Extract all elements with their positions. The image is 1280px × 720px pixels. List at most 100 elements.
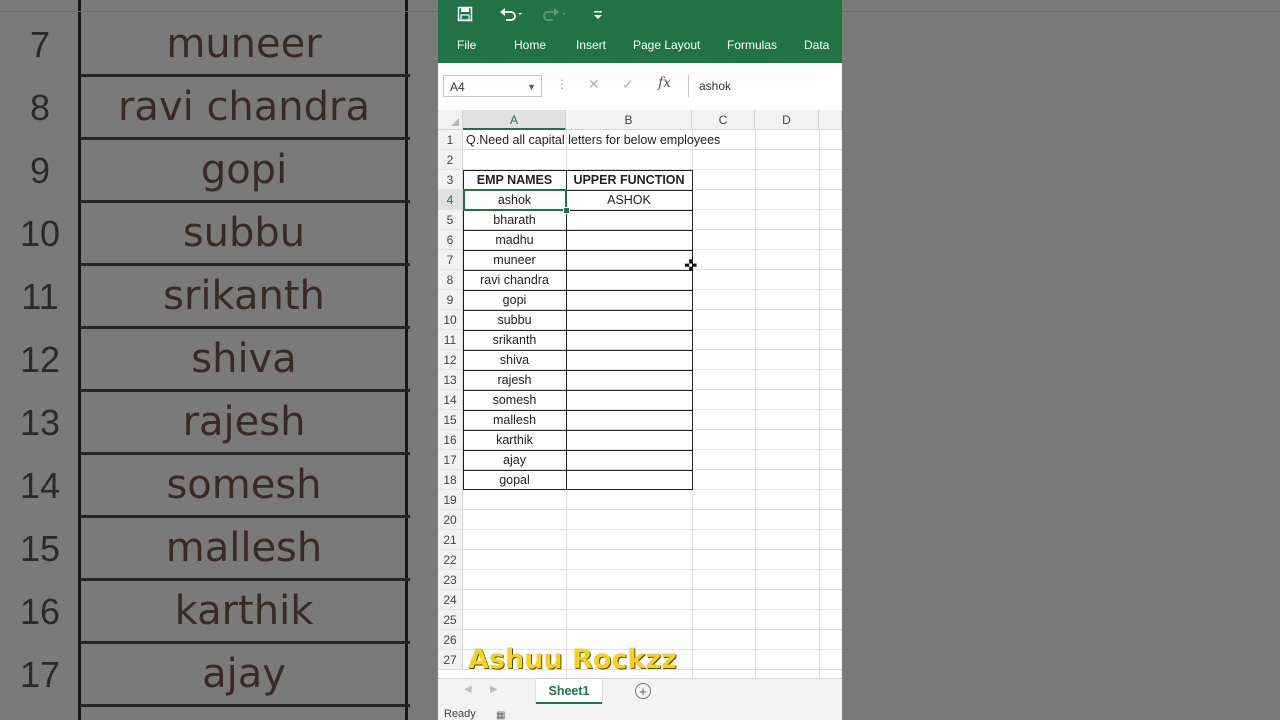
row-header[interactable]: 12 — [438, 350, 463, 370]
macro-record-icon[interactable]: ▦ — [496, 710, 505, 720]
scroll-left-icon[interactable]: ◀ — [464, 684, 472, 695]
row-header[interactable]: 25 — [438, 610, 463, 630]
employee-name-cell[interactable]: somesh — [463, 390, 566, 410]
employee-name-cell[interactable]: gopi — [463, 290, 566, 310]
column-header-b[interactable]: B — [566, 110, 692, 130]
employee-name-cell[interactable]: mallesh — [463, 410, 566, 430]
bg-row-number: 8 — [29, 87, 51, 128]
header-upper-function[interactable]: UPPER FUNCTION — [566, 170, 692, 190]
formula-bar: A4 ▼ ⋮ ✕ ✓ fx ashok — [438, 63, 842, 107]
row-header[interactable]: 7 — [438, 250, 463, 270]
add-sheet-icon[interactable]: + — [635, 683, 651, 699]
question-cell[interactable]: Q.Need all capital letters for below emp… — [466, 130, 720, 150]
row-header[interactable]: 1 — [438, 130, 463, 150]
row-header[interactable]: 10 — [438, 310, 463, 330]
row-header[interactable]: 23 — [438, 570, 463, 590]
tab-home[interactable]: Home — [514, 38, 546, 52]
gridline — [463, 529, 842, 530]
bg-row-name: srikanth — [163, 273, 325, 319]
employee-name-cell[interactable]: rajesh — [463, 370, 566, 390]
row-header[interactable]: 2 — [438, 150, 463, 170]
row-header[interactable]: 4 — [438, 190, 463, 210]
column-header-e[interactable] — [819, 110, 842, 130]
bg-row-number: 13 — [19, 402, 61, 443]
employee-name-cell[interactable]: madhu — [463, 230, 566, 250]
save-icon[interactable] — [457, 6, 473, 24]
cancel-icon[interactable]: ✕ — [588, 76, 600, 93]
tab-page-layout[interactable]: Page Layout — [633, 38, 700, 52]
redo-icon[interactable] — [542, 6, 568, 24]
more-options-icon: ⋮ — [556, 77, 568, 91]
gridline — [463, 609, 842, 610]
chevron-down-icon[interactable]: ▼ — [527, 76, 536, 98]
bg-row-number: 11 — [21, 276, 59, 317]
bg-row-number: 9 — [29, 150, 51, 191]
row-header[interactable]: 18 — [438, 470, 463, 490]
employee-name-cell[interactable]: muneer — [463, 250, 566, 270]
gridline — [819, 130, 820, 678]
row-header[interactable]: 13 — [438, 370, 463, 390]
upper-result-cell[interactable]: ASHOK — [566, 190, 692, 210]
bg-row-number: 7 — [29, 24, 51, 65]
bg-row-name: ravi chandra — [117, 84, 370, 130]
row-header[interactable]: 20 — [438, 510, 463, 530]
row-header[interactable]: 22 — [438, 550, 463, 570]
row-header[interactable]: 21 — [438, 530, 463, 550]
bg-row-name: somesh — [166, 462, 322, 508]
employee-name-cell[interactable]: subbu — [463, 310, 566, 330]
sheet-tab-bar: ◀ ▶ Sheet1 + — [438, 678, 842, 704]
row-header[interactable]: 11 — [438, 330, 463, 350]
row-header[interactable]: 17 — [438, 450, 463, 470]
sheet-tab-sheet1[interactable]: Sheet1 — [536, 679, 602, 704]
status-ready: Ready — [444, 708, 476, 720]
row-header[interactable]: 5 — [438, 210, 463, 230]
employee-name-cell[interactable]: srikanth — [463, 330, 566, 350]
select-all-corner[interactable] — [438, 110, 463, 130]
gridline — [463, 629, 842, 630]
employee-name-cell[interactable]: ajay — [463, 450, 566, 470]
check-icon[interactable]: ✓ — [622, 76, 634, 93]
bg-gridline — [80, 704, 410, 707]
tab-data[interactable]: Data — [804, 38, 829, 52]
tab-insert[interactable]: Insert — [576, 38, 606, 52]
row-header[interactable]: 16 — [438, 430, 463, 450]
watermark: Ashuu Rockzz — [468, 644, 677, 675]
worksheet-grid: A B C D 1 2 3 4 5 6 7 8 9 10 11 12 13 14 15 16 17 18 19 20 2… — [438, 110, 842, 678]
gridline — [463, 509, 842, 510]
excel-window: File Home Insert Page Layout Formulas Da… — [438, 0, 842, 720]
tab-formulas[interactable]: Formulas — [727, 38, 777, 52]
gridline — [463, 589, 842, 590]
row-header[interactable]: 27 — [438, 650, 463, 670]
row-header[interactable]: 8 — [438, 270, 463, 290]
name-box-value: A4 — [450, 80, 465, 94]
bg-row-number: 12 — [19, 339, 61, 380]
name-box[interactable]: A4 ▼ — [443, 75, 542, 97]
column-header-d[interactable]: D — [755, 110, 819, 130]
employee-name-cell[interactable]: bharath — [463, 210, 566, 230]
row-header[interactable]: 14 — [438, 390, 463, 410]
tab-file[interactable]: File — [457, 38, 476, 52]
employee-name-cell[interactable]: karthik — [463, 430, 566, 450]
row-header[interactable]: 9 — [438, 290, 463, 310]
employee-name-cell[interactable]: ravi chandra — [463, 270, 566, 290]
row-header[interactable]: 3 — [438, 170, 463, 190]
row-header[interactable]: 26 — [438, 630, 463, 650]
fill-handle[interactable] — [563, 207, 570, 214]
bg-row-name: shiva — [191, 336, 297, 382]
undo-icon[interactable] — [499, 6, 525, 24]
customize-qat-icon[interactable] — [593, 6, 603, 24]
scroll-right-icon[interactable]: ▶ — [490, 684, 498, 695]
row-header[interactable]: 6 — [438, 230, 463, 250]
header-emp-names[interactable]: EMP NAMES — [463, 170, 566, 190]
insert-function-icon[interactable]: fx — [658, 75, 671, 91]
row-header[interactable]: 15 — [438, 410, 463, 430]
bg-row-name: gopi — [200, 147, 288, 193]
column-header-a[interactable]: A — [463, 110, 566, 130]
employee-name-cell[interactable]: shiva — [463, 350, 566, 370]
column-header-c[interactable]: C — [692, 110, 755, 130]
formula-input[interactable]: ashok — [688, 75, 842, 97]
bg-row-number: 16 — [19, 591, 61, 632]
employee-name-cell[interactable]: gopal — [463, 470, 566, 490]
row-header[interactable]: 19 — [438, 490, 463, 510]
row-header[interactable]: 24 — [438, 590, 463, 610]
